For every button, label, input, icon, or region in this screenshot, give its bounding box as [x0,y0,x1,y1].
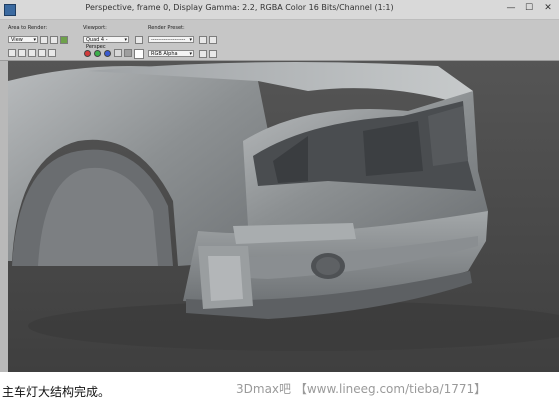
clone-frame-icon[interactable] [28,49,36,57]
chevron-down-icon: ▾ [189,37,192,43]
area-to-render-label: Area to Render: [8,25,48,31]
alpha-channel-icon[interactable] [114,49,122,57]
monochrome-icon[interactable] [124,49,132,57]
copy-image-icon[interactable] [18,49,26,57]
viewport-value: Quad 4 - Perspec [86,37,108,50]
render-viewport [8,61,559,372]
save-image-icon[interactable] [8,49,16,57]
red-channel-icon[interactable] [84,50,91,57]
auto-region-icon[interactable] [50,36,58,44]
channel-dropdown[interactable]: RGB Alpha ▾ [148,50,194,57]
close-button[interactable]: ✕ [540,2,556,15]
channel-value: RGB Alpha [151,51,178,57]
color-swatch[interactable] [134,49,144,59]
caption-text: 主车灯大结构完成。 [2,385,111,399]
chevron-down-icon: ▾ [189,51,192,57]
chevron-down-icon: ▾ [124,37,127,43]
title-bar: Perspective, frame 0, Display Gamma: 2.2… [0,0,559,20]
area-to-render-dropdown[interactable]: View ▾ [8,36,38,43]
lock-viewport-icon[interactable] [135,36,143,44]
render-preset-label: Render Preset: [148,25,185,31]
maximize-button[interactable]: ☐ [521,2,537,15]
render-preset-value: ------------------- [151,37,186,43]
car-front-render [8,61,559,372]
window-title: Perspective, frame 0, Display Gamma: 2.2… [85,3,394,12]
render-toolbar: Area to Render: View ▾ Viewport: Quad 4 … [0,20,559,61]
toggle-ui-overlay-icon[interactable] [199,50,207,58]
viewport-dropdown[interactable]: Quad 4 - Perspec ▾ [83,36,129,50]
edit-region-icon[interactable] [40,36,48,44]
minimize-button[interactable]: — [503,2,519,15]
environment-effects-icon[interactable] [209,36,217,44]
lock-region-icon[interactable] [60,36,68,44]
toggle-ui-icon[interactable] [209,50,217,58]
green-channel-icon[interactable] [94,50,101,57]
area-to-render-value: View [11,37,23,43]
watermark-text: 3Dmax吧 【www.lineeg.com/tieba/1771】 [236,382,487,396]
print-image-icon[interactable] [38,49,46,57]
blue-channel-icon[interactable] [104,50,111,57]
render-frame-window: Perspective, frame 0, Display Gamma: 2.2… [0,0,559,372]
clear-icon[interactable] [48,49,56,57]
render-setup-icon[interactable] [199,36,207,44]
render-preset-dropdown[interactable]: ------------------- ▾ [148,36,194,43]
chevron-down-icon: ▾ [33,37,36,43]
viewport-label: Viewport: [83,25,107,31]
